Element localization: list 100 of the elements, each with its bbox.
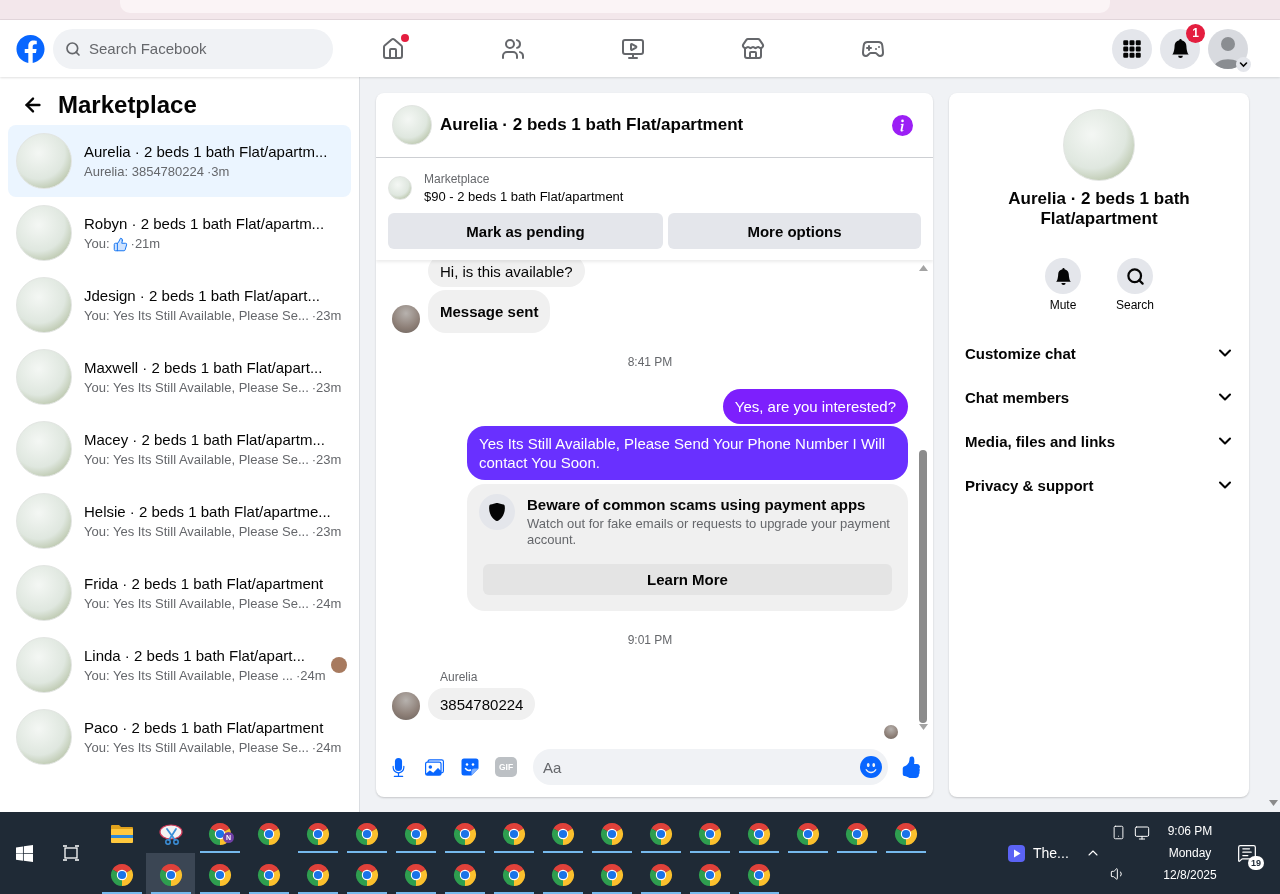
- browser-icon: [648, 862, 673, 887]
- conversation-preview: You: Yes Its Still Available, Please Se...: [84, 308, 309, 324]
- bell-icon: [1170, 39, 1190, 58]
- browser-icon: [207, 862, 232, 887]
- search-field[interactable]: Search Facebook: [53, 28, 333, 69]
- conversation-title: Frida · 2 beds 1 bath Flat/apartment: [84, 574, 325, 593]
- conversation-title: Jdesign · 2 beds 1 bath Flat/apart...: [84, 286, 321, 305]
- mark-pending-button[interactable]: Mark as pending: [388, 213, 663, 249]
- notifications-button[interactable]: [1160, 28, 1200, 69]
- search-button[interactable]: [1117, 258, 1153, 294]
- browser-icon: [256, 821, 281, 846]
- conversation-preview: You: Yes Its Still Available, Please ...: [84, 668, 293, 684]
- conversation-time: ·23m: [311, 380, 342, 396]
- taskbar-window-button[interactable]: The...: [1001, 812, 1081, 894]
- caret-icon[interactable]: [1236, 56, 1251, 72]
- message-input[interactable]: Aa: [533, 749, 888, 785]
- house-icon: [381, 36, 405, 61]
- browser-icon: [648, 821, 673, 846]
- conversation-preview: You: Yes Its Still Available, Please Se...: [84, 740, 309, 756]
- browser-icon: [403, 862, 428, 887]
- browser-icon: [550, 821, 575, 846]
- browser-icon: [599, 821, 624, 846]
- thumbs-up-icon: [900, 756, 922, 778]
- scroll-down-arrow-icon[interactable]: [1268, 800, 1278, 806]
- message-bubble: Yes Its Still Available, Please Send Your Phone Number I Will contact You Soon.: [467, 426, 908, 480]
- conversation-preview: You: Yes Its Still Available, Please Se...: [84, 380, 309, 396]
- listing-photo: [16, 565, 72, 621]
- grid-icon: [1122, 38, 1142, 59]
- conversation-title: Macey · 2 beds 1 bath Flat/apartm...: [84, 430, 326, 449]
- info-icon[interactable]: [892, 114, 913, 136]
- conversation-item[interactable]: Macey · 2 beds 1 bath Flat/apartm... You: Yes Its Still Available, Please Se... ·23m: [8, 413, 351, 485]
- conversation-item[interactable]: Helsie · 2 beds 1 bath Flat/apartme... You: Yes Its Still Available, Please Se... ·23m: [8, 485, 351, 557]
- conversation-item[interactable]: Jdesign · 2 beds 1 bath Flat/apart... You: Yes Its Still Available, Please Se... ·23m: [8, 269, 351, 341]
- conversation-time: ·21m: [130, 236, 161, 252]
- play-screen-icon: [621, 36, 645, 61]
- conversation-title: Maxwell · 2 beds 1 bath Flat/apart...: [84, 358, 324, 377]
- action-label: Mute: [1049, 298, 1077, 313]
- sender-name: Aurelia: [440, 670, 478, 685]
- notification-count: 19: [1248, 856, 1264, 870]
- message-bubble: Message sent: [428, 290, 551, 333]
- sidebar-title: Marketplace: [58, 90, 197, 120]
- folder-icon: [109, 823, 134, 844]
- section-row[interactable]: Media, files and links: [949, 419, 1249, 463]
- taskbar-app-button[interactable]: [146, 853, 195, 894]
- details-title: Aurelia · 2 beds 1 bath Flat/apartment: [1007, 189, 1191, 229]
- shield-icon: [479, 494, 515, 530]
- message-bubble: 3854780224: [428, 688, 536, 720]
- message-bubble: Yes, are you interested?: [722, 389, 908, 424]
- scrollbar-thumb[interactable]: [919, 450, 927, 723]
- conversation-item[interactable]: Paco · 2 beds 1 bath Flat/apartment You: Yes Its Still Available, Please Se... ·24m: [8, 701, 351, 773]
- conversation-time: ·23m: [311, 308, 342, 324]
- people-icon: [501, 36, 525, 61]
- conversation-preview: You: Yes Its Still Available, Please Se...: [84, 524, 309, 540]
- conversation-item[interactable]: Robyn · 2 beds 1 bath Flat/apartm... You: ·21m: [8, 197, 351, 269]
- store-icon: [741, 36, 765, 61]
- clock-date: 12/8/2025: [1163, 867, 1217, 884]
- conversation-time: ·23m: [311, 524, 342, 540]
- images-icon: [424, 757, 444, 777]
- phone-icon[interactable]: [1110, 825, 1126, 840]
- browser-icon: [893, 821, 918, 846]
- listing-photo: [16, 421, 72, 477]
- listing-photo: [16, 709, 72, 765]
- search-icon: [1125, 266, 1145, 286]
- emoji-icon[interactable]: [860, 756, 882, 778]
- browser-icon: [746, 821, 771, 846]
- browser-icon: [354, 821, 379, 846]
- conversation-title: Paco · 2 beds 1 bath Flat/apartment: [84, 718, 325, 737]
- browser-icon: [452, 821, 477, 846]
- browser-icon: [305, 821, 330, 846]
- browser-icon: [109, 862, 134, 887]
- browser-icon: [550, 862, 575, 887]
- notification-count: 1: [1186, 23, 1205, 43]
- conversation-title: Helsie · 2 beds 1 bath Flat/apartme...: [84, 502, 332, 521]
- browser-icon: [452, 862, 477, 887]
- conversation-title: Linda · 2 beds 1 bath Flat/apart...: [84, 646, 306, 665]
- browser-icon: [746, 862, 771, 887]
- conversation-item[interactable]: Frida · 2 beds 1 bath Flat/apartment You: Yes Its Still Available, Please Se... ·24m: [8, 557, 351, 629]
- windows-logo-icon: [15, 844, 33, 862]
- section-row[interactable]: Customize chat: [949, 331, 1249, 375]
- menu-button[interactable]: [1112, 28, 1152, 69]
- more-options-button[interactable]: More options: [668, 213, 921, 249]
- monitor-icon[interactable]: [1134, 824, 1150, 841]
- conversation-item[interactable]: Maxwell · 2 beds 1 bath Flat/apart... You: Yes Its Still Available, Please Se... ·23m: [8, 341, 351, 413]
- section-row[interactable]: Chat members: [949, 375, 1249, 419]
- listing-photo: [16, 277, 72, 333]
- conversation-item[interactable]: Aurelia · 2 beds 1 bath Flat/apartm... Aurelia: 3854780224 ·3m: [8, 125, 351, 197]
- conversation-item[interactable]: Linda · 2 beds 1 bath Flat/apart... You: Yes Its Still Available, Please ... ·24m: [8, 629, 351, 701]
- conversation-time: ·24m: [295, 668, 326, 684]
- browser-icon: [599, 862, 624, 887]
- conversation-preview: You: Yes Its Still Available, Please Se...: [84, 596, 309, 612]
- warning-title: Beware of common scams using payment apps: [527, 495, 867, 514]
- timestamp: 8:41 PM: [627, 355, 673, 370]
- browser-icon: [501, 862, 526, 887]
- notification-center-button[interactable]: 19: [1228, 812, 1266, 894]
- browser-icon: [403, 821, 428, 846]
- section-row[interactable]: Privacy & support: [949, 463, 1249, 507]
- browser-icon: [844, 821, 869, 846]
- timestamp: 9:01 PM: [627, 633, 673, 648]
- learn-more-button[interactable]: Learn More: [483, 564, 892, 595]
- mute-button[interactable]: [1045, 258, 1081, 294]
